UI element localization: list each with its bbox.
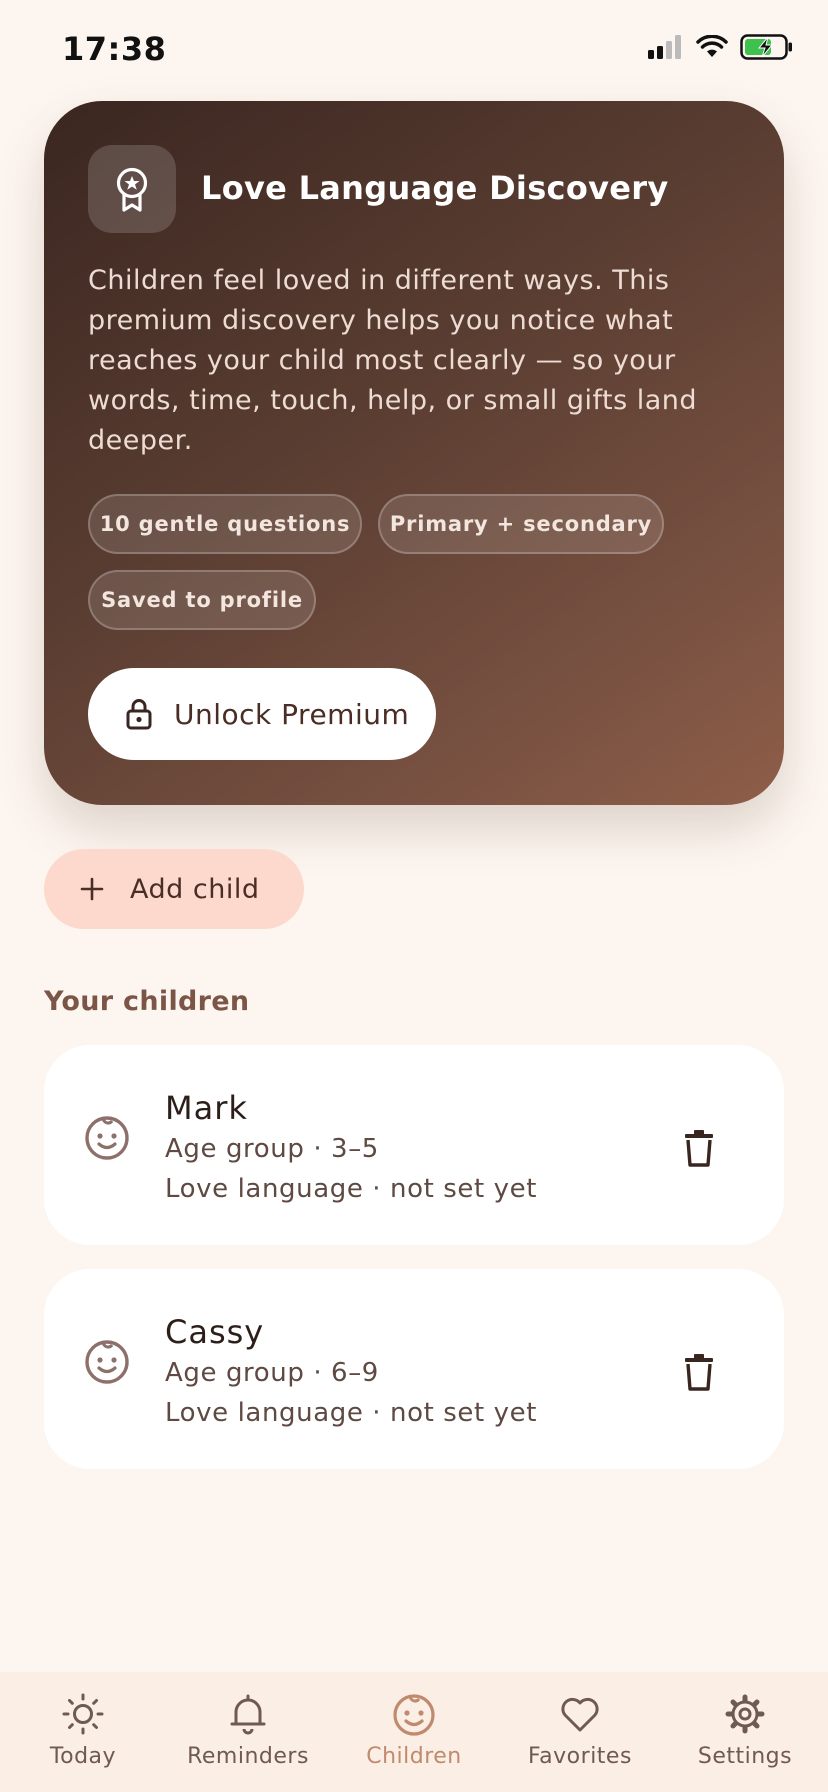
add-child-label: Add child — [130, 873, 260, 905]
card-description: Children feel loved in different ways. T… — [88, 265, 698, 456]
add-child-button[interactable]: Add child — [44, 849, 304, 929]
status-time: 17:38 — [62, 30, 167, 68]
child-face-icon — [393, 1694, 435, 1736]
section-title-your-children: Your children — [44, 986, 250, 1017]
lock-icon — [126, 699, 152, 730]
child-age-group: Age group · 6–9 — [165, 1358, 379, 1388]
nav-item-today[interactable]: Today — [0, 1672, 166, 1792]
child-love-language: Love language · not set yet — [165, 1398, 538, 1428]
plus-icon — [80, 877, 104, 901]
feature-chip-primary-secondary: Primary + secondary — [378, 494, 664, 554]
delete-child-button[interactable] — [674, 1123, 724, 1173]
nav-label: Children — [366, 1744, 462, 1769]
cellular-signal-icon — [648, 35, 681, 59]
child-card-mark[interactable]: Mark Age group · 3–5 Love language · not… — [44, 1045, 784, 1245]
nav-item-settings[interactable]: Settings — [662, 1672, 828, 1792]
delete-child-button[interactable] — [674, 1347, 724, 1397]
premium-discovery-card: Love Language Discovery Children feel lo… — [44, 101, 784, 805]
sun-icon — [62, 1693, 104, 1735]
status-icons — [648, 34, 794, 60]
bottom-navigation: Today Reminders Children Favorites Setti… — [0, 1672, 828, 1792]
child-card-cassy[interactable]: Cassy Age group · 6–9 Love language · no… — [44, 1269, 784, 1469]
bell-icon — [230, 1694, 266, 1735]
nav-label: Favorites — [528, 1744, 632, 1769]
child-age-group: Age group · 3–5 — [165, 1134, 379, 1164]
nav-label: Settings — [697, 1744, 793, 1769]
gear-icon — [725, 1694, 765, 1734]
child-face-icon — [85, 1116, 129, 1160]
unlock-premium-label: Unlock Premium — [174, 697, 410, 731]
unlock-premium-button[interactable]: Unlock Premium — [88, 668, 436, 760]
trash-icon — [685, 1130, 713, 1167]
nav-item-children[interactable]: Children — [331, 1672, 497, 1792]
heart-icon — [561, 1697, 599, 1732]
feature-chip-saved: Saved to profile — [88, 570, 316, 630]
child-name: Cassy — [165, 1313, 265, 1351]
battery-charging-icon — [740, 34, 792, 60]
child-name: Mark — [165, 1089, 248, 1127]
child-face-icon — [85, 1340, 129, 1384]
award-badge-tile — [88, 145, 176, 233]
child-love-language: Love language · not set yet — [165, 1174, 538, 1204]
nav-item-reminders[interactable]: Reminders — [165, 1672, 331, 1792]
feature-chip-questions: 10 gentle questions — [88, 494, 362, 554]
wifi-icon — [696, 35, 728, 57]
status-bar: 17:38 — [0, 0, 828, 100]
award-ribbon-icon — [116, 167, 148, 212]
nav-item-favorites[interactable]: Favorites — [497, 1672, 663, 1792]
trash-icon — [685, 1354, 713, 1391]
card-title: Love Language Discovery — [201, 169, 669, 207]
nav-label: Reminders — [187, 1744, 309, 1769]
nav-label: Today — [49, 1744, 117, 1769]
